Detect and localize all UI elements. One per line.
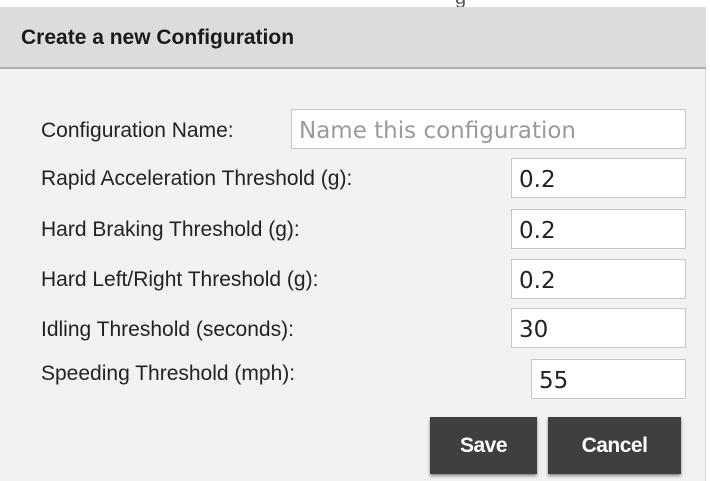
dialog-title: Create a new Configuration (21, 26, 295, 49)
cancel-button[interactable]: Cancel (548, 417, 681, 474)
idling-label: Idling Threshold (seconds): (41, 318, 294, 341)
configuration-name-input[interactable] (291, 109, 686, 149)
idling-input[interactable] (511, 308, 686, 348)
dialog-header: Create a new Configuration (0, 7, 706, 69)
rapid-acceleration-input[interactable] (511, 158, 686, 198)
speeding-label: Speeding Threshold (mph): (41, 362, 296, 385)
speeding-input[interactable] (531, 359, 686, 399)
hard-braking-input[interactable] (511, 209, 686, 249)
background-strip: g (0, 0, 710, 9)
rapid-acceleration-label: Rapid Acceleration Threshold (g): (41, 167, 353, 190)
save-button[interactable]: Save (430, 417, 537, 474)
hard-left-right-label: Hard Left/Right Threshold (g): (41, 268, 319, 291)
configuration-name-label: Configuration Name: (41, 119, 234, 142)
configuration-dialog: Create a new Configuration Configuration… (0, 7, 706, 481)
hard-braking-label: Hard Braking Threshold (g): (41, 218, 300, 241)
hard-left-right-input[interactable] (511, 259, 686, 299)
